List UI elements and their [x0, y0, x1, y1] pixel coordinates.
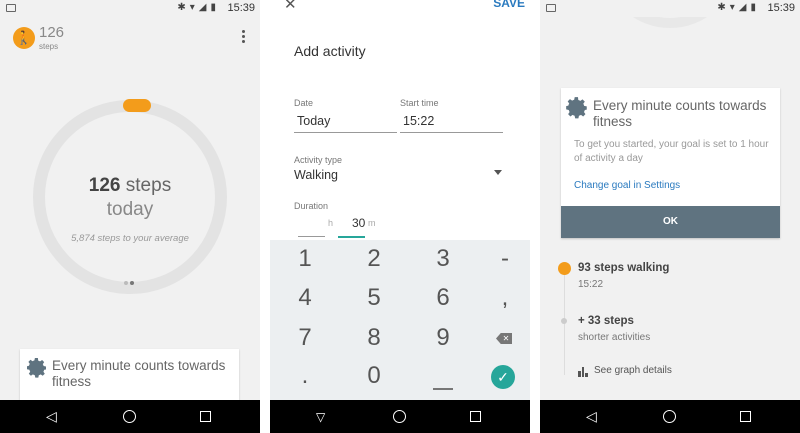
status-icons: ✱▾◢▮ [717, 2, 760, 13]
status-time: 15:39 [767, 2, 795, 14]
home-icon[interactable] [663, 410, 676, 423]
add-activity-screen: ✕ SAVE Add activity Date Today Start tim… [270, 0, 530, 433]
duration-label: Duration [294, 201, 329, 211]
hide-keyboard-icon[interactable]: ▽ [316, 410, 325, 424]
timeline-line [564, 275, 565, 375]
recents-icon[interactable] [740, 411, 751, 422]
status-bar: ✱▾◢▮ 15:39 [0, 0, 260, 17]
chevron-down-icon[interactable] [494, 170, 502, 175]
timeline-screen: ✱▾◢▮ 15:39 Every minute counts towards f… [540, 0, 800, 433]
ring-steps-unit: steps [125, 175, 172, 196]
key-space[interactable] [433, 388, 453, 390]
key-8[interactable]: 8 [354, 324, 394, 352]
daily-steps-screen: ✱▾◢▮ 15:39 🚶 126 steps 126 steps today 5… [0, 0, 260, 433]
key-3[interactable]: 3 [423, 245, 463, 273]
home-icon[interactable] [393, 410, 406, 423]
ring-steps-total: 126 steps [0, 175, 260, 197]
ok-button[interactable]: OK [561, 206, 780, 238]
status-bar: ✱▾◢▮ 15:39 [540, 0, 800, 17]
header-steps-count: 126 [39, 24, 65, 41]
status-icons: ✱▾◢▮ [177, 2, 220, 13]
duration-minutes-underline [338, 236, 365, 238]
ring-average: 5,874 steps to your average [71, 233, 189, 244]
ring-steps-value: 126 [88, 175, 121, 196]
key-2[interactable]: 2 [354, 245, 394, 273]
timeline-item-subtitle: shorter activities [578, 332, 651, 343]
duration-hours-field[interactable] [298, 236, 325, 237]
fitness-tip-title: Every minute counts towards fitness [52, 358, 226, 389]
back-icon[interactable]: ◁ [586, 409, 597, 423]
save-button[interactable]: SAVE [493, 0, 525, 10]
key-0[interactable]: 0 [354, 362, 394, 390]
date-field[interactable]: Today [294, 114, 397, 133]
key-period[interactable]: . [285, 362, 325, 390]
walking-activity-dot [558, 262, 571, 275]
progress-ring-fill [123, 99, 151, 112]
start-time-field[interactable]: 15:22 [400, 114, 503, 133]
duration-hours-unit: h [328, 218, 334, 228]
see-graph-details-link[interactable]: See graph details [578, 365, 672, 377]
recents-icon[interactable] [470, 411, 481, 422]
timeline-item-time: 15:22 [578, 279, 604, 290]
home-icon[interactable] [123, 410, 136, 423]
navigation-bar: ◁ [540, 400, 800, 433]
short-activity-dot [561, 318, 567, 324]
numeric-keypad: 1 2 3 - 4 5 6 , 7 8 9 ✕ . 0 ✓ [270, 240, 530, 400]
recents-icon[interactable] [200, 411, 211, 422]
add-activity-form: ✕ SAVE Add activity Date Today Start tim… [270, 0, 530, 240]
fitness-tip-card[interactable]: Every minute counts towards fitness [20, 349, 239, 401]
change-goal-link[interactable]: Change goal in Settings [574, 180, 680, 191]
duration-minutes-field[interactable]: 30 [352, 216, 365, 230]
page-title: Add activity [294, 43, 366, 59]
divider [530, 0, 540, 433]
navigation-bar: ▽ [270, 400, 530, 433]
graph-link-label: See graph details [594, 365, 672, 376]
checkmark-icon[interactable]: ✓ [491, 365, 515, 389]
key-4[interactable]: 4 [285, 284, 325, 312]
goal-card: Every minute counts towards fitness To g… [561, 88, 780, 238]
key-comma[interactable]: , [485, 284, 525, 312]
overflow-menu-icon[interactable] [242, 30, 246, 45]
gear-icon [566, 97, 587, 119]
goal-card-body: To get you started, your goal is set to … [574, 139, 769, 164]
close-icon[interactable]: ✕ [284, 0, 297, 13]
goal-card-title: Every minute counts towards fitness [593, 98, 767, 129]
image-notification-icon [546, 4, 556, 12]
status-time: 15:39 [227, 2, 255, 14]
bar-chart-icon [578, 366, 590, 377]
page-indicator [124, 272, 136, 290]
navigation-bar: ◁ [0, 400, 260, 433]
gear-icon [27, 358, 46, 378]
start-time-label: Start time [400, 98, 439, 108]
key-5[interactable]: 5 [354, 284, 394, 312]
key-minus[interactable]: - [485, 245, 525, 273]
progress-ring [33, 100, 227, 294]
date-label: Date [294, 98, 314, 108]
divider [260, 0, 270, 433]
timeline-item-title[interactable]: + 33 steps [578, 315, 634, 327]
key-9[interactable]: 9 [423, 324, 463, 352]
key-6[interactable]: 6 [423, 284, 463, 312]
walking-icon[interactable]: 🚶 [13, 27, 35, 49]
header-steps-unit: steps [39, 42, 59, 51]
duration-minutes-unit: m [368, 218, 376, 228]
activity-type-select[interactable]: Walking [291, 168, 506, 187]
ring-period: today [106, 199, 154, 220]
back-icon[interactable]: ◁ [46, 409, 57, 423]
backspace-icon[interactable]: ✕ [496, 333, 512, 344]
activity-type-label: Activity type [294, 155, 343, 165]
key-7[interactable]: 7 [285, 324, 325, 352]
timeline-item-title[interactable]: 93 steps walking [578, 262, 669, 274]
key-1[interactable]: 1 [285, 245, 325, 273]
image-notification-icon [6, 4, 16, 12]
